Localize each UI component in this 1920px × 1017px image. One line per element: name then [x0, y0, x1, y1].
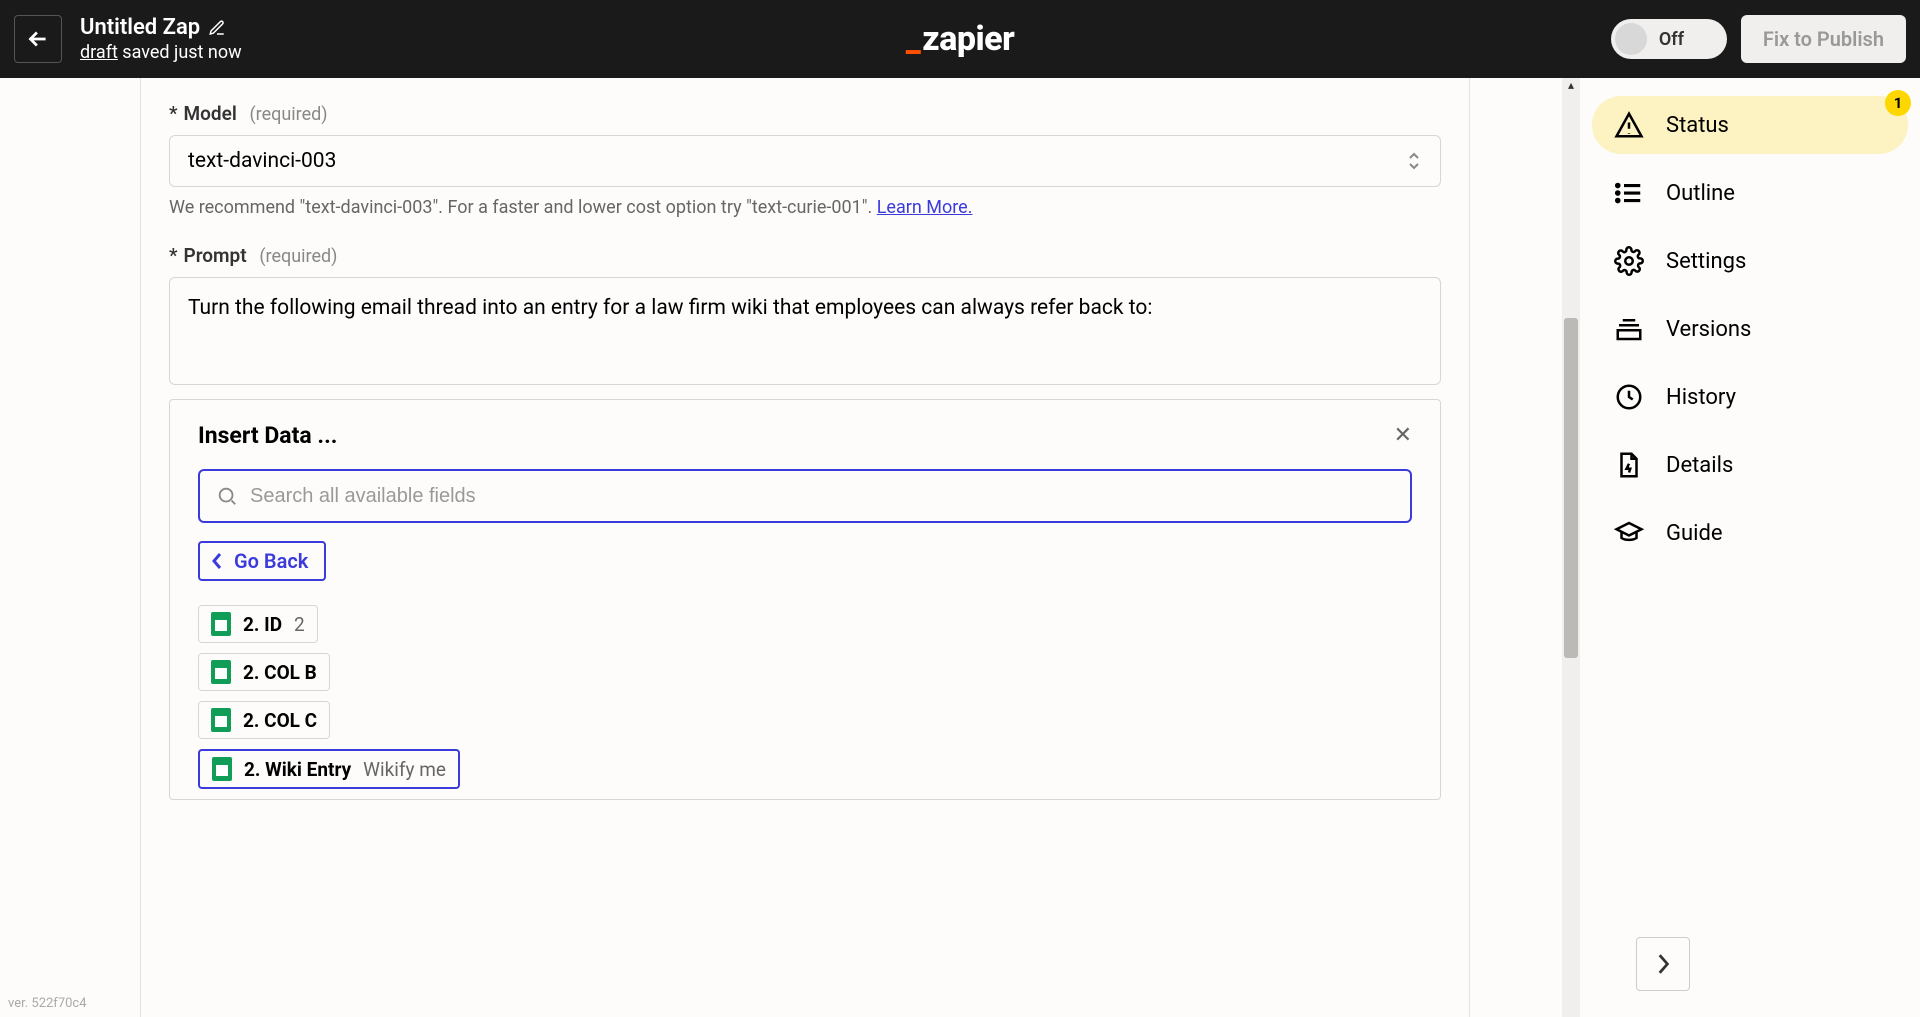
- go-back-button[interactable]: Go Back: [198, 541, 326, 581]
- title-block: Untitled Zap draft saved just now: [80, 15, 242, 63]
- bolt-doc-icon: [1614, 450, 1644, 480]
- chip-label: 2. COL C: [243, 709, 317, 732]
- field-chip[interactable]: 2. Wiki Entry Wikify me: [198, 749, 460, 789]
- status-badge: 1: [1885, 90, 1911, 116]
- model-select[interactable]: text-davinci-003: [169, 135, 1441, 187]
- prompt-label: *Prompt (required): [169, 244, 1441, 267]
- warning-icon: [1614, 110, 1644, 140]
- save-status: draft saved just now: [80, 42, 242, 63]
- sheets-icon: [211, 660, 231, 684]
- collapse-sidebar-button[interactable]: [1636, 937, 1690, 991]
- nav-item-outline[interactable]: Outline: [1592, 164, 1908, 222]
- nav-item-status[interactable]: Status1: [1592, 96, 1908, 154]
- stack-icon: [1614, 314, 1644, 344]
- chip-value: Wikify me: [363, 758, 446, 781]
- sheets-icon: [212, 757, 232, 781]
- search-icon: [216, 485, 238, 507]
- scroll-thumb[interactable]: [1564, 318, 1578, 658]
- prompt-input[interactable]: Turn the following email thread into an …: [169, 277, 1441, 385]
- field-chip[interactable]: 2. ID 2: [198, 605, 318, 643]
- sheets-icon: [211, 612, 231, 636]
- field-chip[interactable]: 2. COL B: [198, 653, 330, 691]
- sheets-icon: [211, 708, 231, 732]
- search-input[interactable]: [250, 485, 1394, 508]
- nav-label: Guide: [1666, 521, 1723, 546]
- insert-data-panel: Insert Data ... ✕ Go Back 2. ID 2 2. COL B…: [169, 399, 1441, 800]
- publish-button[interactable]: Fix to Publish: [1741, 15, 1906, 63]
- chip-label: 2. Wiki Entry: [244, 758, 351, 781]
- draft-label[interactable]: draft: [80, 42, 118, 63]
- grad-cap-icon: [1614, 518, 1644, 548]
- nav-label: Settings: [1666, 249, 1746, 274]
- step-card: *Model (required) text-davinci-003 We re…: [140, 78, 1470, 1017]
- version-text: ver. 522f70c4: [8, 996, 87, 1011]
- nav-label: History: [1666, 385, 1736, 410]
- clock-icon: [1614, 382, 1644, 412]
- nav-item-details[interactable]: Details: [1592, 436, 1908, 494]
- chevron-updown-icon: [1406, 151, 1422, 171]
- close-icon[interactable]: ✕: [1394, 423, 1412, 448]
- chip-label: 2. ID: [243, 613, 282, 636]
- enable-toggle[interactable]: Off: [1611, 19, 1727, 59]
- edit-icon[interactable]: [208, 19, 226, 37]
- nav-label: Versions: [1666, 317, 1751, 342]
- list-icon: [1614, 178, 1644, 208]
- learn-more-link[interactable]: Learn More.: [877, 197, 973, 218]
- nav-label: Outline: [1666, 181, 1735, 206]
- field-chip[interactable]: 2. COL C: [198, 701, 330, 739]
- nav-item-versions[interactable]: Versions: [1592, 300, 1908, 358]
- gear-icon: [1614, 246, 1644, 276]
- nav-item-history[interactable]: History: [1592, 368, 1908, 426]
- nav-label: Details: [1666, 453, 1733, 478]
- search-box[interactable]: [198, 469, 1412, 523]
- nav-item-guide[interactable]: Guide: [1592, 504, 1908, 562]
- editor-area: *Model (required) text-davinci-003 We re…: [0, 78, 1562, 1017]
- model-help: We recommend "text-davinci-003". For a f…: [169, 197, 1441, 218]
- right-sidebar: Status1OutlineSettingsVersionsHistoryDet…: [1580, 78, 1920, 1017]
- model-label: *Model (required): [169, 102, 1441, 125]
- chip-value: 2: [294, 613, 305, 636]
- arrow-left-icon: [25, 26, 51, 52]
- app-header: Untitled Zap draft saved just now _zapie…: [0, 0, 1920, 78]
- nav-item-settings[interactable]: Settings: [1592, 232, 1908, 290]
- zap-title[interactable]: Untitled Zap: [80, 15, 200, 40]
- chevron-left-icon: [210, 552, 224, 570]
- back-button[interactable]: [14, 15, 62, 63]
- toggle-knob: [1615, 23, 1647, 55]
- nav-label: Status: [1666, 113, 1729, 138]
- insert-title: Insert Data ...: [198, 422, 337, 449]
- scrollbar[interactable]: ▴: [1562, 78, 1580, 1017]
- scroll-up-icon[interactable]: ▴: [1562, 78, 1580, 92]
- chevron-right-icon: [1656, 953, 1670, 975]
- chip-label: 2. COL B: [243, 661, 317, 684]
- zapier-logo: _zapier: [906, 19, 1015, 59]
- field-list: 2. ID 2 2. COL B 2. COL C 2. Wiki Entry Wikif…: [198, 605, 1412, 789]
